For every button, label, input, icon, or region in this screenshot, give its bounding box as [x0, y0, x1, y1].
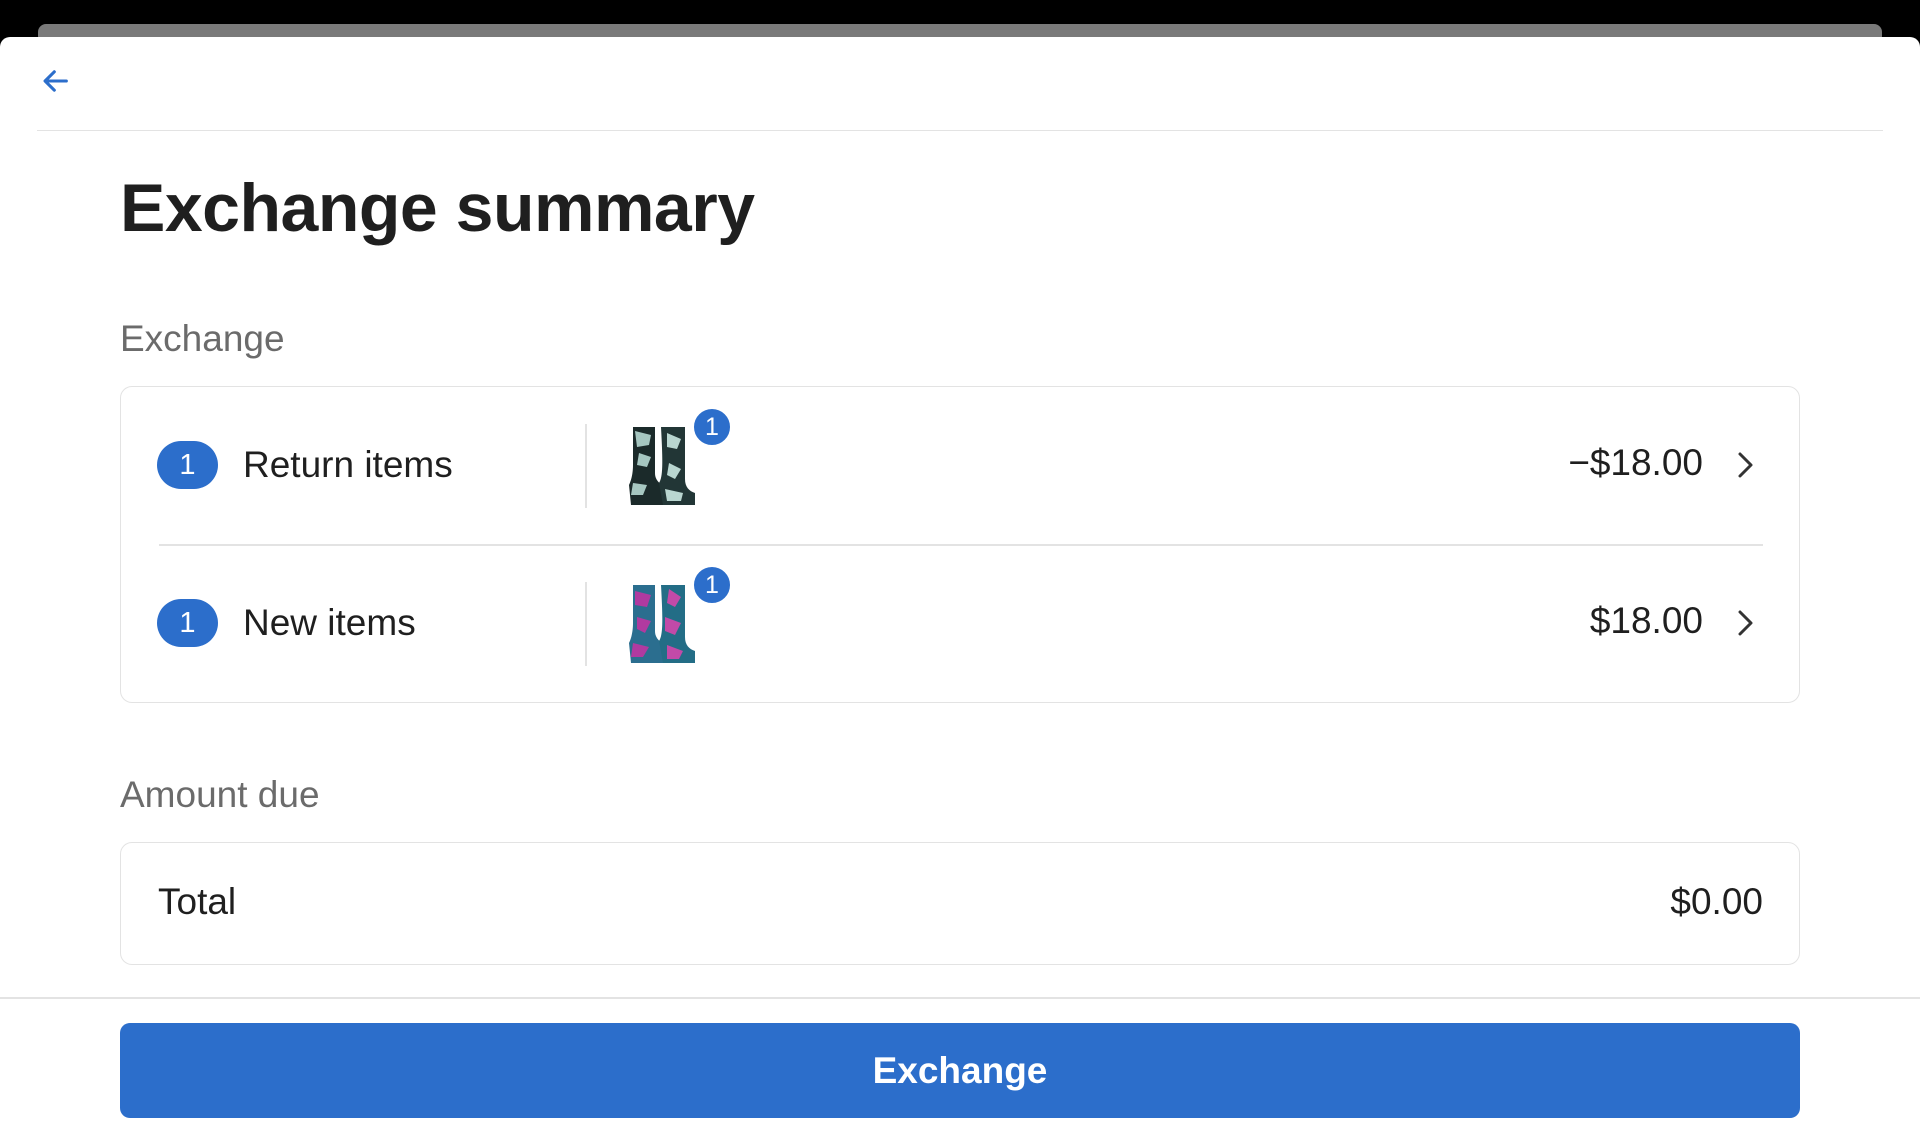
return-items-label: Return items	[243, 444, 453, 485]
exchange-card: 1 Return items 1 −$18.00 1 New items 1 $…	[120, 386, 1800, 703]
new-items-count-badge: 1	[157, 599, 218, 647]
header	[37, 37, 1883, 131]
arrow-left-icon	[43, 70, 68, 92]
chevron-right-icon	[1727, 603, 1763, 643]
new-items-amount: $18.00	[1589, 600, 1703, 641]
total-amount: $0.00	[1670, 881, 1763, 922]
amount-due-card: Total $0.00	[120, 842, 1800, 965]
new-item-thumbnail	[629, 585, 695, 663]
return-items-count-badge: 1	[157, 441, 218, 489]
amount-due-section-label: Amount due	[120, 774, 320, 815]
new-items-label: New items	[243, 602, 416, 643]
new-item-quantity-badge: 1	[691, 564, 733, 606]
footer-divider	[0, 997, 1920, 999]
return-item-thumbnail	[629, 427, 695, 505]
exchange-button[interactable]: Exchange	[120, 1023, 1800, 1118]
window-top-bar	[0, 0, 1920, 44]
exchange-summary-sheet: Exchange summary Exchange 1 Return items…	[0, 37, 1920, 1141]
row-separator	[585, 424, 587, 508]
new-items-row[interactable]: 1 New items 1 $18.00	[157, 545, 1763, 702]
exchange-section-label: Exchange	[120, 318, 285, 359]
back-button[interactable]	[37, 63, 73, 99]
return-items-amount: −$18.00	[1568, 442, 1703, 483]
return-item-quantity-badge: 1	[691, 406, 733, 448]
return-items-row[interactable]: 1 Return items 1 −$18.00	[157, 387, 1763, 544]
total-label: Total	[158, 881, 237, 922]
row-separator	[585, 582, 587, 666]
chevron-right-icon	[1727, 445, 1763, 485]
page-title: Exchange summary	[120, 170, 755, 246]
